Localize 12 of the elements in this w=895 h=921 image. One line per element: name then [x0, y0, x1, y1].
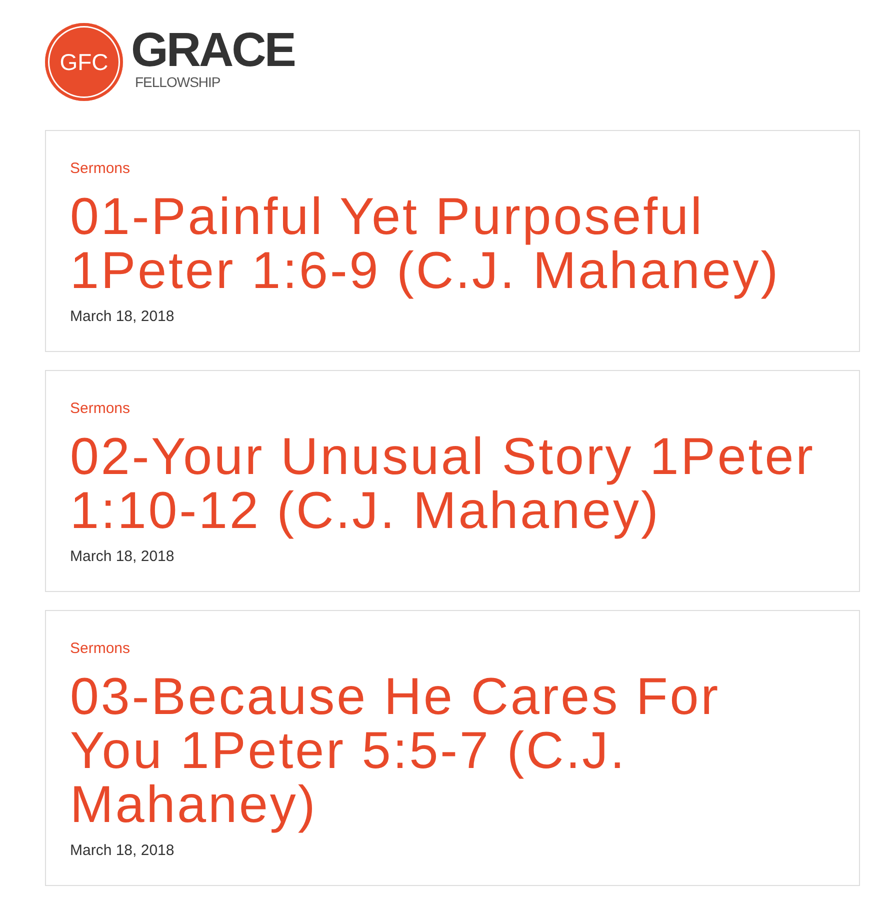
post-title-link[interactable]: 03-Because He Cares For You 1Peter 5:5-7 (C.J. Mahaney)	[70, 670, 826, 832]
post-title-link[interactable]: 02-Your Unusual Story 1Peter 1:10-12 (C.J. Mahaney)	[70, 430, 826, 538]
post-title-link[interactable]: 01-Painful Yet Purposeful 1Peter 1:6-9 (C.J. Mahaney)	[70, 190, 826, 298]
category-link[interactable]: Sermons	[70, 639, 130, 659]
category-link[interactable]: Sermons	[70, 399, 130, 419]
logo-name: GRACE	[131, 29, 294, 73]
post-date: March 18, 2018	[70, 841, 174, 861]
post-date: March 18, 2018	[70, 547, 174, 567]
category-link[interactable]: Sermons	[70, 159, 130, 179]
logo-badge: GFC	[45, 23, 123, 101]
logo-tagline: FELLOWSHIP	[135, 74, 220, 90]
post-date: March 18, 2018	[70, 307, 174, 327]
